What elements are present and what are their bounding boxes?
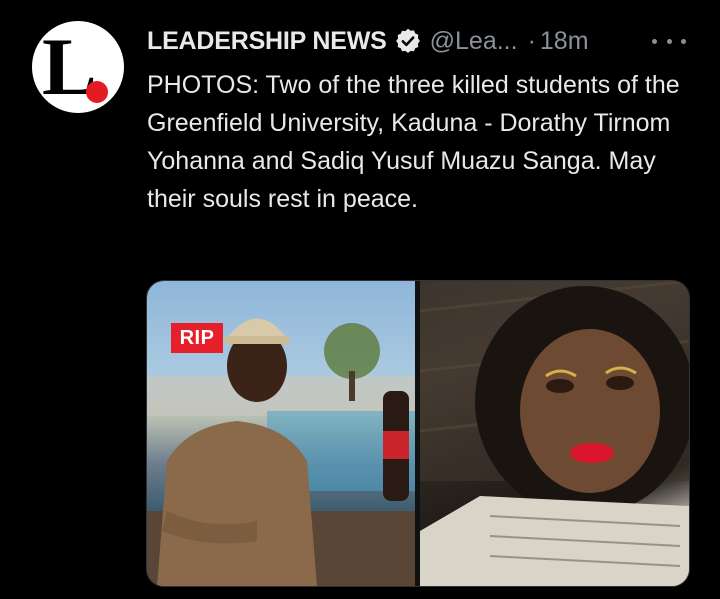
photo-right-illustration [420, 281, 689, 586]
tweet-media-grid: RIP [146, 280, 690, 587]
separator-dot: · [527, 26, 536, 55]
more-dot [666, 38, 672, 44]
tweet-card[interactable]: L LEADERSHIP NEWS @Lea... · 18m PHOTOS: … [0, 0, 720, 599]
avatar[interactable]: L [32, 21, 124, 113]
user-handle[interactable]: @Lea... [430, 27, 518, 56]
rip-label: RIP [171, 323, 223, 353]
display-name[interactable]: LEADERSHIP NEWS [147, 27, 387, 56]
timestamp[interactable]: 18m [540, 27, 589, 56]
photo-left[interactable]: RIP [147, 281, 415, 586]
tweet-header: LEADERSHIP NEWS @Lea... · 18m [147, 24, 692, 58]
more-options-icon[interactable] [652, 28, 686, 54]
avatar-logo-dot [86, 81, 108, 103]
verified-badge-icon [394, 27, 422, 55]
more-dot [681, 38, 686, 44]
more-dot [652, 38, 657, 44]
tweet-text: PHOTOS: Two of the three killed students… [147, 71, 680, 213]
photo-right[interactable] [420, 281, 689, 586]
